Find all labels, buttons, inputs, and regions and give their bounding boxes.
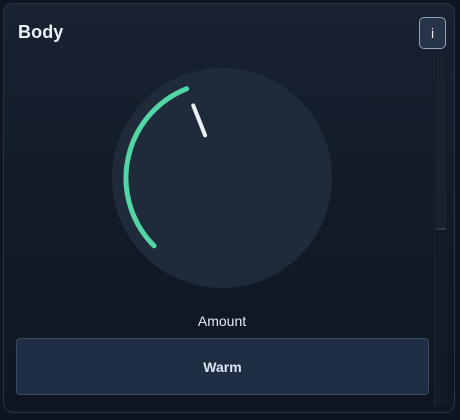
knob-graphic (112, 68, 332, 288)
info-button[interactable]: i (419, 17, 446, 49)
preset-warm-button[interactable]: Warm (16, 338, 429, 395)
knob-label: Amount (197, 313, 247, 329)
body-panel: Body i Amount Warm (3, 3, 455, 413)
scrollbar-thumb[interactable] (436, 56, 446, 230)
scrollbar[interactable] (434, 56, 447, 406)
knob-face (112, 68, 332, 288)
panel-title: Body (18, 22, 64, 42)
amount-knob[interactable] (112, 68, 332, 288)
